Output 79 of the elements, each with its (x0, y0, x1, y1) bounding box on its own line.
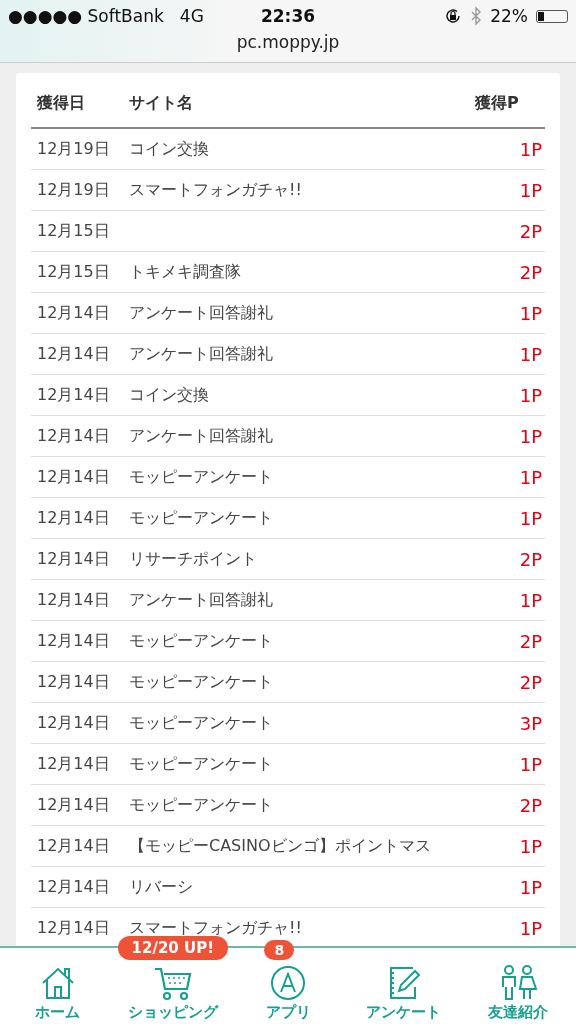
nav-tab[interactable]: アンケート (365, 962, 441, 1024)
site-name-cell: リバーシ (129, 876, 193, 896)
date-cell-text: 12月14日 (36, 466, 111, 488)
site-name-cell: モッピーアンケート (129, 712, 273, 732)
date-cell-text: 12月19日 (36, 138, 111, 160)
site-name-cell: コイン交換 (129, 384, 209, 404)
clock-time: 22:36 (259, 6, 317, 26)
bluetooth-icon (470, 6, 483, 26)
circled-letter-icon (270, 965, 306, 1001)
site-name-cell: モッピーアンケート (129, 794, 273, 814)
points-cell-text: 1P (518, 589, 543, 611)
notification-badge: 8 (264, 940, 295, 960)
date-cell-text: 12月14日 (36, 753, 111, 775)
date-cell-text: 12月14日 (36, 917, 111, 939)
battery-icon (536, 9, 568, 23)
date-cell-text: 12月14日 (36, 507, 111, 529)
points-cell-text: 1P (518, 138, 543, 160)
column-header: 獲得日 (36, 92, 86, 114)
column-header: 獲得P (475, 92, 520, 114)
date-cell-text: 12月19日 (36, 179, 111, 201)
network-type: 4G (179, 6, 204, 26)
points-cell-text: 1P (518, 179, 543, 201)
date-cell-text: 12月14日 (36, 384, 111, 406)
date-cell-text: 12月14日 (36, 876, 111, 898)
points-cell-text: 1P (518, 302, 543, 324)
date-cell-text: 12月14日 (36, 835, 111, 857)
points-cell-text: 2P (518, 630, 543, 652)
points-cell-text: 1P (518, 876, 543, 898)
points-cell-text: 1P (518, 835, 543, 857)
site-name-cell: モッピーアンケート (129, 753, 273, 773)
date-cell-text: 12月15日 (36, 261, 111, 283)
points-cell-text: 1P (518, 425, 543, 447)
site-name-cell: モッピーアンケート (129, 671, 273, 691)
date-cell-text: 12月14日 (36, 794, 111, 816)
site-name-cell: アンケート回答謝礼 (129, 425, 273, 445)
points-cell-text: 2P (518, 220, 543, 242)
points-cell-text: 1P (518, 343, 543, 365)
points-cell-text: 2P (518, 548, 543, 570)
nav-tab[interactable]: ショッピング (127, 962, 218, 1024)
site-name-cell: アンケート回答謝礼 (129, 302, 273, 322)
points-cell-text: 2P (518, 261, 543, 283)
site-name-cell: トキメキ調査隊 (129, 261, 241, 281)
site-name-cell: アンケート回答謝礼 (129, 589, 273, 609)
carrier-name: ●●●●● SoftBank (8, 6, 164, 26)
date-cell-text: 12月14日 (36, 343, 111, 365)
notification-badge: 12/20 UP! (117, 936, 229, 960)
site-name-cell: リサーチポイント (129, 548, 257, 568)
site-name-cell: スマートフォンガチャ!! (129, 917, 302, 937)
date-cell-text: 12月14日 (36, 548, 111, 570)
site-name-cell: コイン交換 (129, 138, 209, 158)
points-cell-text: 1P (518, 917, 543, 939)
site-name-cell: スマートフォンガチャ!! (129, 179, 302, 199)
date-cell-text: 12月14日 (36, 712, 111, 734)
cart-icon (152, 965, 193, 1001)
site-name-cell: モッピーアンケート (129, 630, 273, 650)
points-cell-text: 2P (518, 794, 543, 816)
points-cell-text: 2P (518, 671, 543, 693)
date-cell-text: 12月14日 (36, 589, 111, 611)
date-cell-text: 12月14日 (36, 425, 111, 447)
points-cell-text: 3P (518, 712, 543, 734)
site-name-cell: モッピーアンケート (129, 507, 273, 527)
site-name-cell: モッピーアンケート (129, 466, 273, 486)
date-cell-text: 12月14日 (36, 630, 111, 652)
address-url[interactable]: pc.moppy.jp (218, 32, 358, 52)
rotation-lock-icon (444, 7, 463, 25)
date-cell-text: 12月14日 (36, 302, 111, 324)
points-cell-text: 1P (518, 507, 543, 529)
points-cell-text: 1P (518, 466, 543, 488)
points-cell-text: 1P (518, 753, 543, 775)
date-cell-text: 12月14日 (36, 671, 111, 693)
column-header: サイト名 (129, 92, 194, 114)
nav-tab[interactable]: ホーム (35, 962, 81, 1024)
date-cell-text: 12月15日 (36, 220, 111, 242)
battery-percent: 22% (490, 6, 528, 26)
points-cell-text: 1P (518, 384, 543, 406)
nav-tab[interactable]: 友達紹介 (488, 962, 549, 1024)
nav-tab[interactable]: アプリ (265, 962, 311, 1024)
site-name-cell: 【モッピーCASINOビンゴ】ポイントマス (129, 835, 431, 855)
site-name-cell: アンケート回答謝礼 (129, 343, 273, 363)
